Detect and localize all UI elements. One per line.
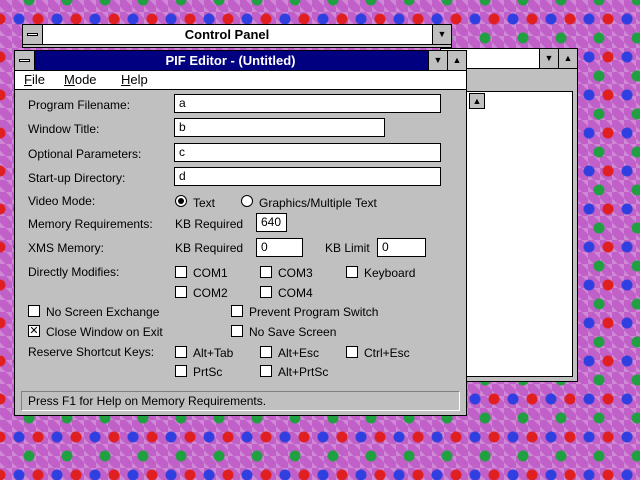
no-save-screen-label[interactable]: No Save Screen xyxy=(249,325,336,339)
video-mode-graphics-label[interactable]: Graphics/Multiple Text xyxy=(259,196,377,210)
ctrl-esc-label[interactable]: Ctrl+Esc xyxy=(364,346,410,360)
scroll-up-icon[interactable]: ▲ xyxy=(469,93,485,109)
xms-kb-required-label: KB Required xyxy=(175,241,244,255)
maximize-icon[interactable]: ▲ xyxy=(558,49,577,68)
com3-label[interactable]: COM3 xyxy=(278,266,313,280)
alt-prtsc-checkbox[interactable] xyxy=(260,365,272,377)
system-menu-icon[interactable] xyxy=(15,51,35,70)
alt-esc-label[interactable]: Alt+Esc xyxy=(278,346,319,360)
no-screen-exchange-label[interactable]: No Screen Exchange xyxy=(46,305,159,319)
video-mode-text-label[interactable]: Text xyxy=(193,196,215,210)
prtsc-label[interactable]: PrtSc xyxy=(193,365,222,379)
com2-checkbox[interactable] xyxy=(175,286,187,298)
com4-label[interactable]: COM4 xyxy=(278,286,313,300)
menu-bar: File Mode Help xyxy=(15,71,466,90)
alt-esc-checkbox[interactable] xyxy=(260,346,272,358)
video-mode-label: Video Mode: xyxy=(28,194,96,208)
com4-checkbox[interactable] xyxy=(260,286,272,298)
control-panel-window[interactable]: Control Panel ▼ xyxy=(22,24,452,48)
program-filename-label: Program Filename: xyxy=(28,98,131,112)
maximize-icon[interactable]: ▲ xyxy=(447,51,466,70)
video-mode-graphics-radio[interactable] xyxy=(241,195,253,207)
keyboard-checkbox[interactable] xyxy=(346,266,358,278)
prevent-program-switch-label[interactable]: Prevent Program Switch xyxy=(249,305,378,319)
close-window-on-exit-label[interactable]: Close Window on Exit xyxy=(46,325,163,339)
alt-tab-label[interactable]: Alt+Tab xyxy=(193,346,233,360)
dialog-body: Program Filename: a Window Title: b Opti… xyxy=(15,90,466,415)
ctrl-esc-checkbox[interactable] xyxy=(346,346,358,358)
memory-requirements-label: Memory Requirements: xyxy=(28,217,153,231)
no-save-screen-checkbox[interactable] xyxy=(231,325,243,337)
window-title-label: Window Title: xyxy=(28,122,100,136)
pif-editor-titlebar[interactable]: PIF Editor - (Untitled) ▼ ▲ xyxy=(15,51,466,71)
com1-label[interactable]: COM1 xyxy=(193,266,228,280)
memory-kb-required-input[interactable]: 640 xyxy=(256,213,287,232)
reserve-shortcut-keys-label: Reserve Shortcut Keys: xyxy=(28,345,155,359)
program-filename-input[interactable]: a xyxy=(174,94,441,113)
xms-memory-label: XMS Memory: xyxy=(28,241,105,255)
startup-directory-input[interactable]: d xyxy=(174,167,441,186)
alt-prtsc-label[interactable]: Alt+PrtSc xyxy=(278,365,328,379)
no-screen-exchange-checkbox[interactable] xyxy=(28,305,40,317)
alt-tab-checkbox[interactable] xyxy=(175,346,187,358)
xms-kb-required-input[interactable]: 0 xyxy=(256,238,303,257)
directly-modifies-label: Directly Modifies: xyxy=(28,265,120,279)
keyboard-label[interactable]: Keyboard xyxy=(364,266,415,280)
window-title-input[interactable]: b xyxy=(174,118,385,137)
xms-kb-limit-label: KB Limit xyxy=(325,241,370,255)
menu-file[interactable]: File xyxy=(24,72,45,87)
menu-mode[interactable]: Mode xyxy=(64,72,97,87)
memory-kb-required-label: KB Required xyxy=(175,217,244,231)
minimize-icon[interactable]: ▼ xyxy=(539,49,558,68)
minimize-icon[interactable]: ▼ xyxy=(432,25,451,44)
minimize-icon[interactable]: ▼ xyxy=(428,51,447,70)
menu-help[interactable]: Help xyxy=(121,72,148,87)
status-bar: Press F1 for Help on Memory Requirements… xyxy=(21,391,460,411)
system-menu-icon[interactable] xyxy=(23,25,43,44)
video-mode-text-radio[interactable] xyxy=(175,195,187,207)
com3-checkbox[interactable] xyxy=(260,266,272,278)
pif-editor-window[interactable]: PIF Editor - (Untitled) ▼ ▲ File Mode He… xyxy=(14,50,467,416)
xms-kb-limit-input[interactable]: 0 xyxy=(377,238,426,257)
close-window-on-exit-checkbox[interactable]: ✕ xyxy=(28,325,40,337)
control-panel-titlebar[interactable]: Control Panel ▼ xyxy=(23,25,451,45)
control-panel-title: Control Panel xyxy=(184,27,270,42)
com2-label[interactable]: COM2 xyxy=(193,286,228,300)
optional-parameters-input[interactable]: c xyxy=(174,143,441,162)
window-title: PIF Editor - (Untitled) xyxy=(165,53,296,68)
prtsc-checkbox[interactable] xyxy=(175,365,187,377)
com1-checkbox[interactable] xyxy=(175,266,187,278)
optional-parameters-label: Optional Parameters: xyxy=(28,147,142,161)
startup-directory-label: Start-up Directory: xyxy=(28,171,126,185)
background-window-content xyxy=(466,91,573,377)
prevent-program-switch-checkbox[interactable] xyxy=(231,305,243,317)
